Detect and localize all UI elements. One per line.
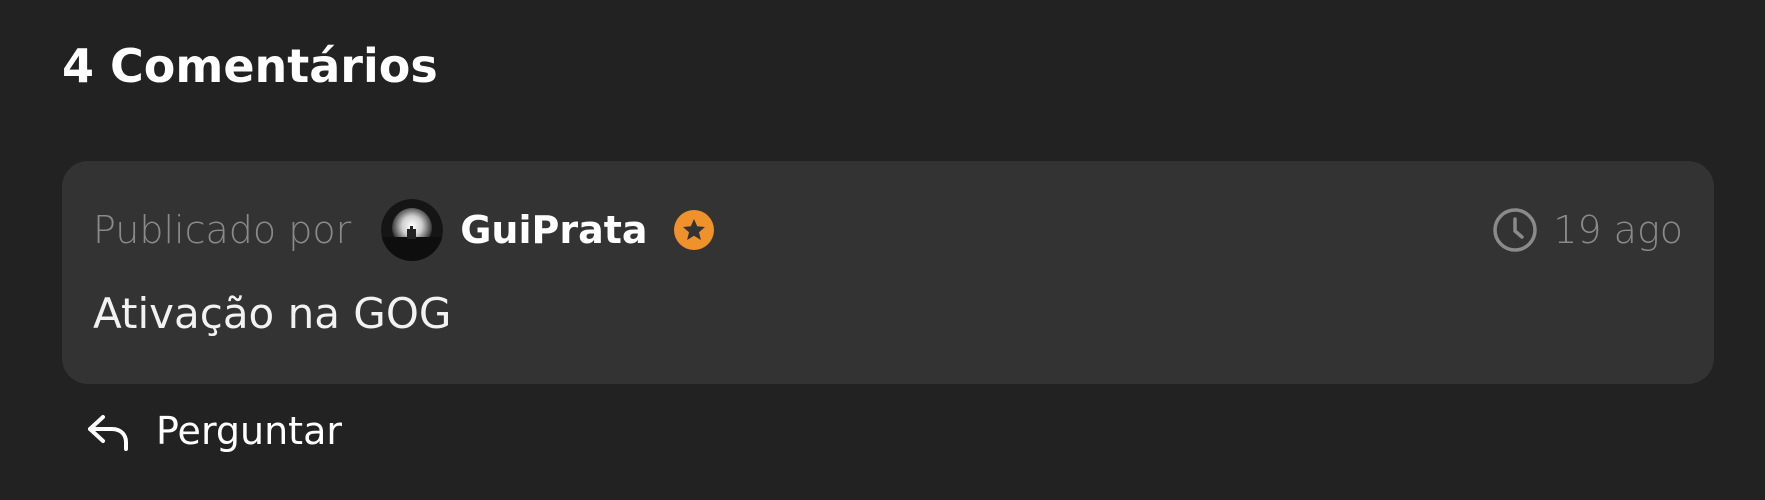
posted-by-label: Publicado por — [93, 208, 352, 252]
author-name[interactable]: GuiPrata — [460, 208, 647, 252]
clock-icon — [1493, 208, 1537, 252]
comment-timestamp: 19 ago — [1491, 206, 1683, 254]
reply-button[interactable]: Perguntar — [84, 404, 342, 458]
star-icon — [673, 210, 714, 250]
comment-text: Ativação na GOG — [93, 289, 452, 338]
comment-card: Publicado por GuiPrata 19 ago Ativação n… — [62, 161, 1714, 384]
reply-arrow-icon — [88, 415, 128, 451]
timestamp-text: 19 ago — [1553, 208, 1683, 252]
reply-label: Perguntar — [156, 409, 342, 453]
comment-header: Publicado por GuiPrata 19 ago — [93, 198, 1683, 262]
avatar[interactable] — [381, 199, 444, 261]
comments-heading: 4 Comentários — [62, 39, 438, 93]
